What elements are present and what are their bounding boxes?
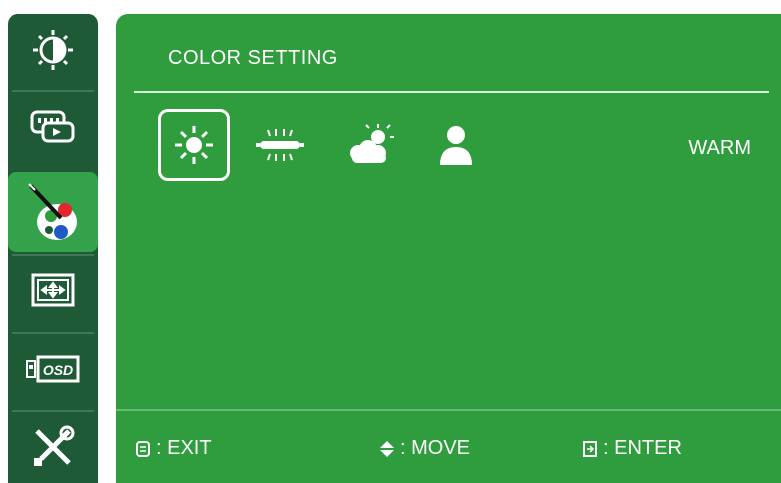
exit-hint: : EXIT [136, 437, 212, 460]
title-divider [134, 91, 769, 93]
color-setting-panel: COLOR SETTING WARM: EXIT: MOVE: ENTER [116, 14, 781, 483]
mode-natural[interactable] [334, 109, 406, 181]
color-mode-list [158, 109, 558, 181]
move-hint: : MOVE [380, 437, 470, 460]
exit-label: : EXIT [156, 437, 212, 459]
svg-text:OSD: OSD [43, 362, 73, 378]
color-palette-icon [28, 183, 77, 240]
footer-divider [116, 409, 781, 411]
current-mode-label: WARM [688, 137, 751, 159]
enter-label: : ENTER [603, 437, 682, 459]
image-position-icon [31, 273, 75, 307]
warm-sun-icon [175, 126, 213, 164]
osd-sidebar: OSD [8, 14, 98, 483]
sidebar-item-color[interactable] [8, 172, 98, 252]
cool-fluorescent-icon [256, 129, 304, 161]
mode-warm[interactable] [158, 109, 230, 181]
up-down-arrows-icon [380, 440, 394, 457]
natural-cloud-sun-icon [350, 124, 394, 163]
sidebar-item-input[interactable] [12, 90, 94, 162]
sidebar-item-position[interactable] [12, 254, 94, 326]
user-icon [440, 126, 472, 165]
enter-button-icon [583, 440, 597, 457]
sidebar-item-tools[interactable] [12, 410, 94, 482]
enter-hint: : ENTER [583, 437, 682, 460]
mode-cool[interactable] [244, 109, 316, 181]
menu-button-icon [136, 440, 150, 457]
brightness-contrast-icon [33, 30, 73, 70]
move-label: : MOVE [400, 437, 471, 459]
osd-settings-icon: OSD [26, 355, 80, 383]
sidebar-item-brightness[interactable] [12, 14, 94, 86]
page-title: COLOR SETTING [168, 47, 338, 69]
tools-icon [34, 425, 75, 466]
mode-user[interactable] [420, 109, 492, 181]
input-source-icon [30, 110, 75, 143]
sidebar-item-osd[interactable]: OSD [12, 332, 94, 404]
